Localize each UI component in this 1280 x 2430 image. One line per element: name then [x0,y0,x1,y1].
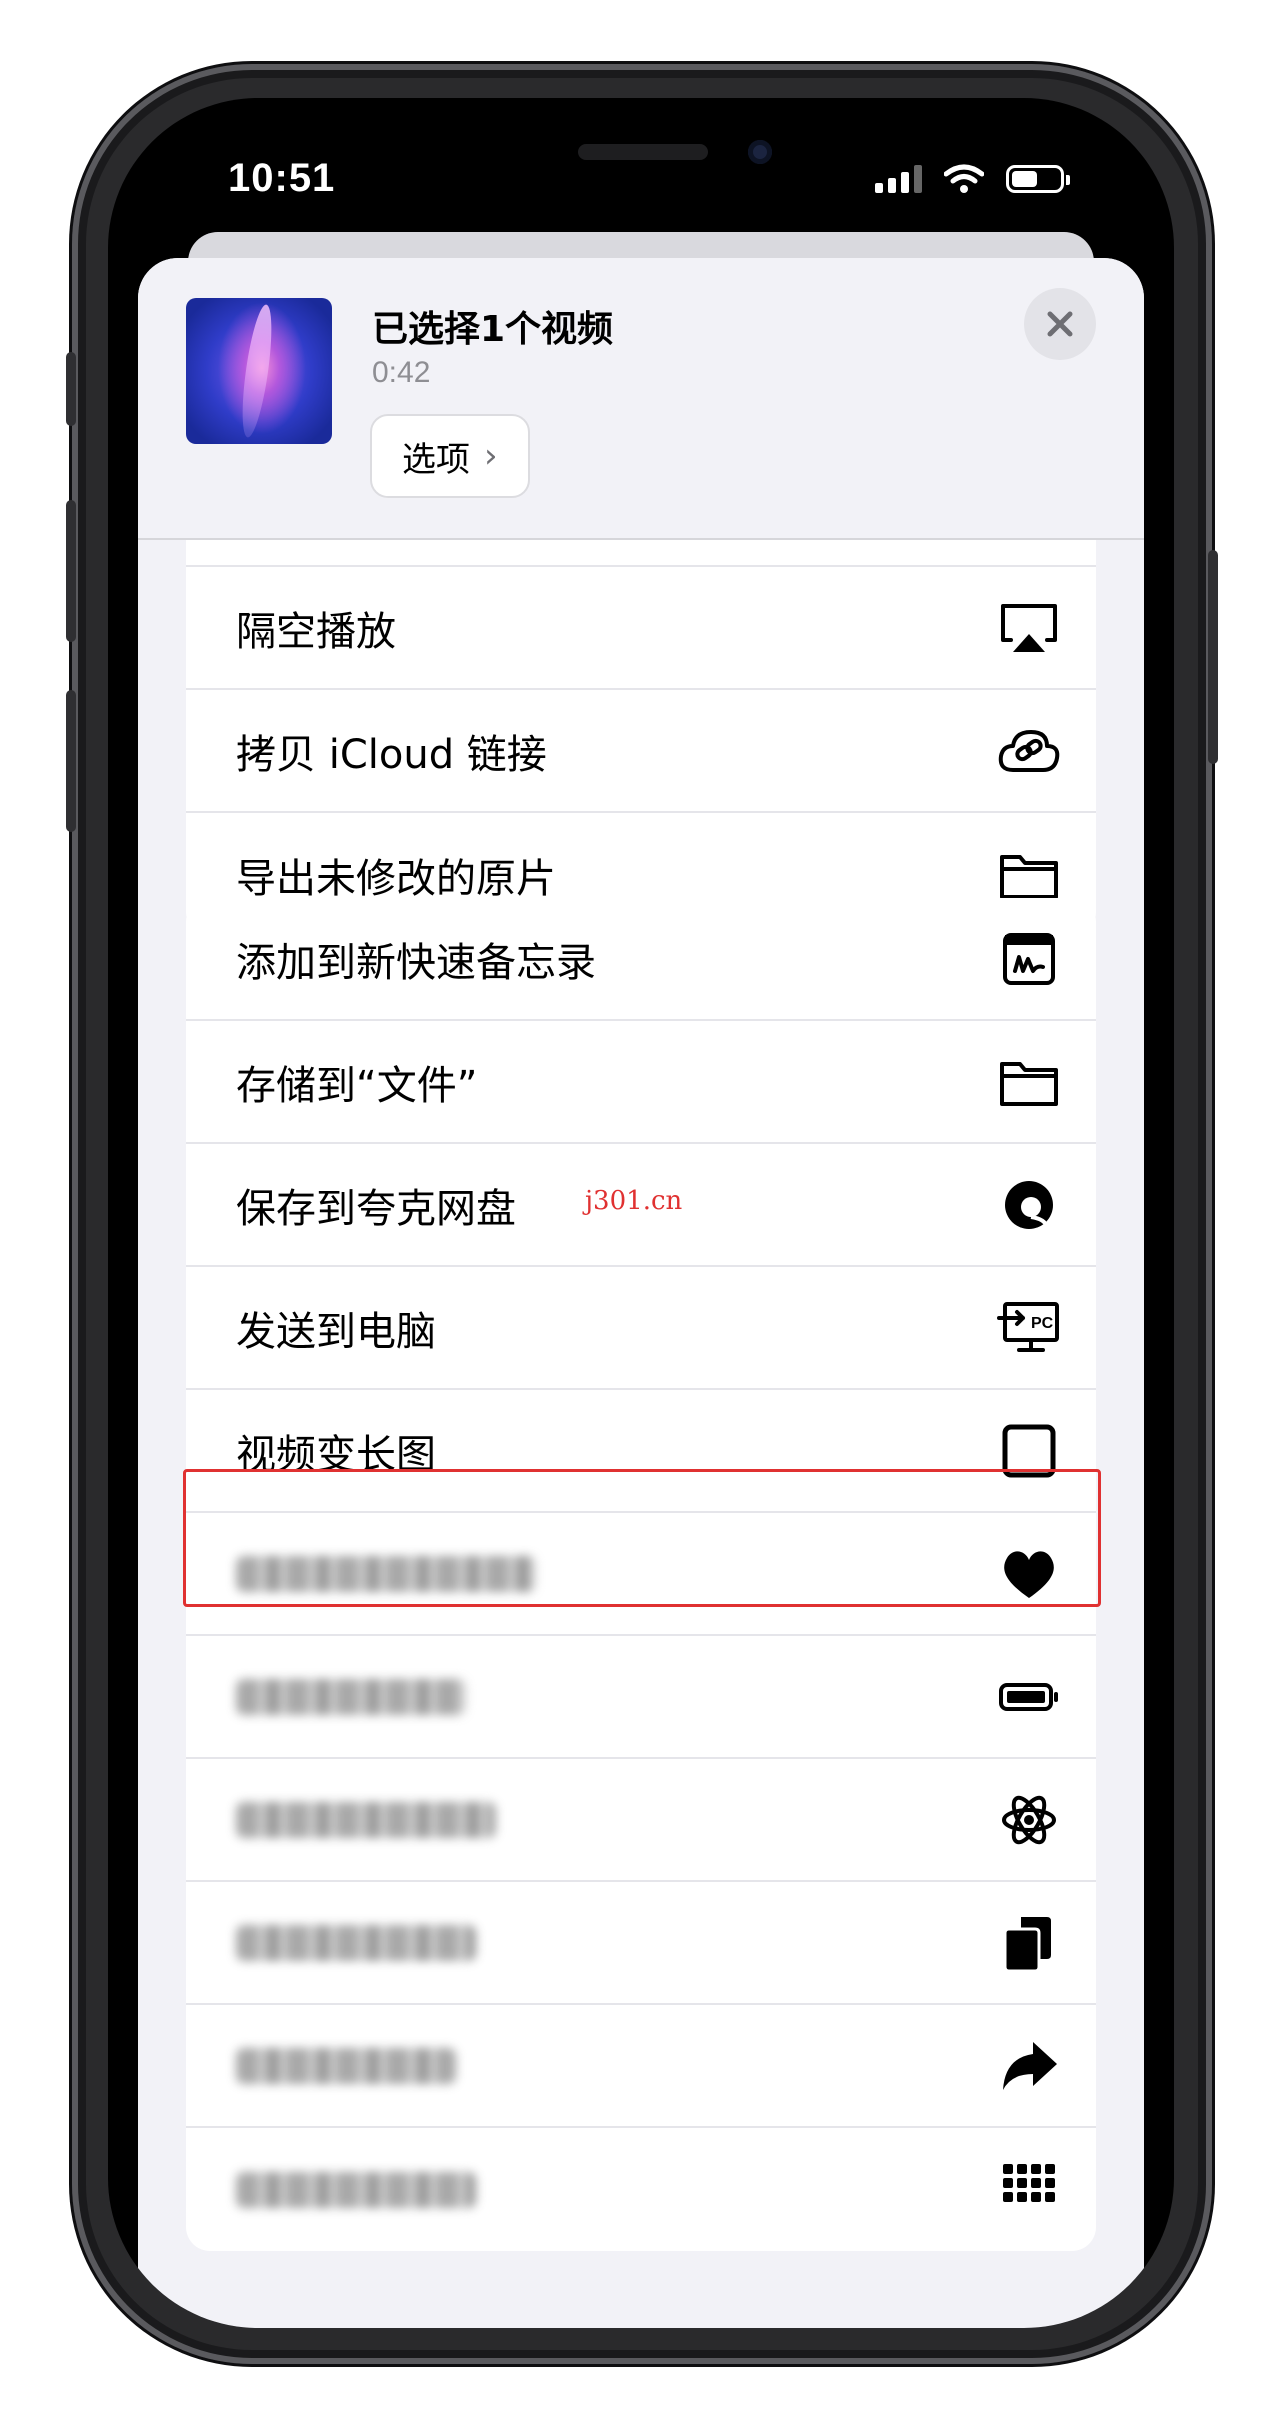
action-label: 导出未修改的原片 [236,855,556,902]
status-time: 10:51 [228,156,336,200]
options-label: 选项 [402,439,470,480]
blurred-label [236,2171,476,2208]
action-row[interactable]: 隔空播放 [186,567,1096,690]
action-label: 隔空播放 [236,608,396,655]
battery-icon [1006,165,1070,193]
action-row[interactable] [186,1636,1096,1759]
icloud-link-icon [994,716,1064,786]
blurred-label [236,1924,476,1961]
battery-icon [994,1662,1064,1732]
action-row[interactable] [186,1882,1096,2005]
action-row[interactable]: 存储到“文件” [186,1021,1096,1144]
copy-doc-icon [994,1908,1064,1978]
share-sheet-header: 已选择1个视频 0:42 选项 › [138,258,1144,540]
cellular-signal-icon [875,165,922,193]
share-sheet: 已选择1个视频 0:42 选项 › 添加到相簿隔空播放拷贝 iCloud 链接导… [138,258,1144,2328]
blurred-label [236,2047,456,2084]
watermark: j301.cn [585,1186,683,1216]
svg-text:PC: PC [1031,1315,1054,1332]
close-icon [1047,311,1073,337]
side-button-volume-up [66,500,76,642]
action-label: 保存到夸克网盘 [236,1185,516,1232]
folder-icon [994,1047,1064,1117]
action-row[interactable] [186,1759,1096,1882]
selection-title: 已选择1个视频 [372,309,614,350]
side-button-power [1208,550,1218,764]
chevron-right-icon: › [484,436,498,476]
quark-icon [994,1170,1064,1240]
action-label: 发送到电脑 [236,1308,436,1355]
action-label: 存储到“文件” [236,1062,478,1109]
share-arrow-icon [994,2031,1064,2101]
side-button-silent [66,352,76,426]
side-button-volume-down [66,690,76,832]
front-camera [748,140,772,164]
status-icons [875,164,1070,194]
action-row[interactable] [186,2128,1096,2251]
send-to-pc-icon: PC [994,1293,1064,1363]
options-button[interactable]: 选项 › [370,414,530,498]
airplay-icon [994,593,1064,663]
video-thumbnail [186,298,332,444]
earpiece-speaker [578,144,708,160]
video-duration: 0:42 [372,356,431,389]
atom-icon [994,1785,1064,1855]
action-row[interactable]: 拷贝 iCloud 链接 [186,690,1096,813]
action-row[interactable]: 发送到电脑 PC [186,1267,1096,1390]
wifi-icon [944,164,984,193]
action-label: 添加到新快速备忘录 [236,939,596,986]
grid-icon [994,2155,1064,2225]
action-row[interactable] [186,2005,1096,2128]
action-row[interactable]: 添加到新快速备忘录 [186,898,1096,1021]
blurred-label [236,1678,466,1715]
quick-note-icon [994,924,1064,994]
battery-fill [1012,171,1037,187]
close-button[interactable] [1024,288,1096,360]
highlight-box [183,1469,1101,1607]
action-label: 拷贝 iCloud 链接 [236,731,547,778]
blurred-label [236,1801,496,1838]
